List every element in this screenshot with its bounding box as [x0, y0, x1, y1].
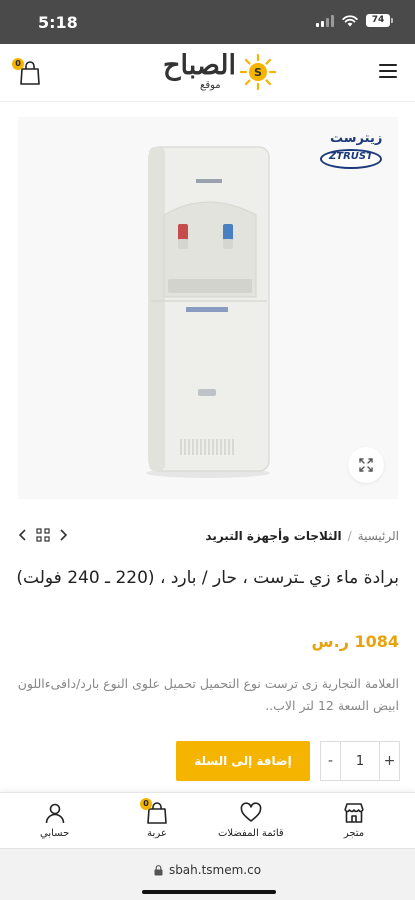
- site-header: 0 الصباح موقع S: [0, 44, 415, 102]
- next-product-button[interactable]: [58, 528, 68, 542]
- product-gallery[interactable]: زيترست ZTRUST: [18, 117, 398, 499]
- lock-icon: [154, 864, 163, 875]
- logo-badge-letter: S: [254, 66, 262, 79]
- nav-shop[interactable]: متجر: [342, 801, 366, 839]
- user-icon: [45, 803, 64, 824]
- status-bar: 5:18 74: [0, 0, 415, 44]
- header-cart-button[interactable]: 0: [12, 58, 42, 86]
- breadcrumb-separator: /: [347, 529, 352, 543]
- nav-wishlist-label: قائمة المفضلات: [218, 828, 284, 839]
- site-logo[interactable]: الصباح موقع S: [138, 50, 278, 96]
- logo-subtitle: موقع: [200, 80, 221, 91]
- home-indicator: [142, 890, 276, 894]
- product-title: برادة ماء زي ـترست ، حار / بارد ، (220 ـ…: [16, 568, 399, 588]
- status-icons: 74: [316, 14, 393, 27]
- wifi-icon: [342, 14, 358, 26]
- cart-count-badge: 0: [12, 58, 24, 70]
- signal-icon: [316, 14, 334, 27]
- breadcrumb: الرئيسية / الثلاجات وأجهزة التبريد: [205, 529, 399, 543]
- browser-url: sbah.tsmem.co: [168, 863, 262, 877]
- browser-url-bar[interactable]: sbah.tsmem.co: [0, 848, 415, 900]
- logo-title: الصباح: [163, 50, 236, 81]
- nav-cart[interactable]: 0 عربة: [140, 798, 169, 839]
- bottom-navigation: متجر قائمة المفضلات 0 عربة حسابي: [0, 792, 415, 848]
- chevron-right-icon: [60, 529, 68, 541]
- brand-logo: زيترست ZTRUST: [320, 131, 382, 175]
- nav-cart-count-badge: 0: [140, 798, 152, 810]
- status-time: 5:18: [38, 13, 78, 32]
- previous-product-button[interactable]: [18, 528, 28, 542]
- product-price: 1084 ر.س: [311, 632, 399, 651]
- battery-level: 74: [366, 14, 390, 27]
- product-navigation: [18, 528, 68, 542]
- add-to-cart-button[interactable]: إضافة إلى السلة: [176, 741, 310, 781]
- sun-logo-icon: S: [240, 54, 276, 90]
- nav-cart-label: عربة: [147, 828, 167, 839]
- heart-icon: [240, 802, 262, 822]
- breadcrumb-home-link[interactable]: الرئيسية: [358, 529, 399, 543]
- nav-account-label: حسابي: [40, 828, 70, 839]
- quantity-increase-button[interactable]: +: [379, 742, 399, 780]
- nav-account[interactable]: حسابي: [40, 801, 69, 839]
- battery-icon: 74: [366, 14, 393, 27]
- brand-logo-arabic: زيترست: [330, 131, 383, 146]
- expand-icon: [359, 458, 373, 472]
- cart-icon-wrap: 0: [140, 798, 169, 825]
- quantity-input[interactable]: [342, 753, 378, 769]
- product-short-description: العلامة التجارية زى ترست نوع التحميل تحم…: [17, 676, 399, 713]
- back-to-shop-button[interactable]: [36, 528, 50, 542]
- menu-icon[interactable]: [379, 64, 397, 78]
- brand-logo-latin: ZTRUST: [329, 151, 373, 162]
- store-icon: [344, 803, 364, 823]
- chevron-left-icon: [18, 529, 26, 541]
- grid-icon: [36, 528, 50, 542]
- quantity-decrease-button[interactable]: -: [321, 742, 341, 780]
- breadcrumb-category-link[interactable]: الثلاجات وأجهزة التبريد: [205, 529, 341, 543]
- nav-wishlist[interactable]: قائمة المفضلات: [218, 801, 284, 839]
- zoom-button[interactable]: [348, 447, 384, 483]
- nav-shop-label: متجر: [343, 828, 365, 839]
- quantity-stepper: - +: [320, 741, 400, 781]
